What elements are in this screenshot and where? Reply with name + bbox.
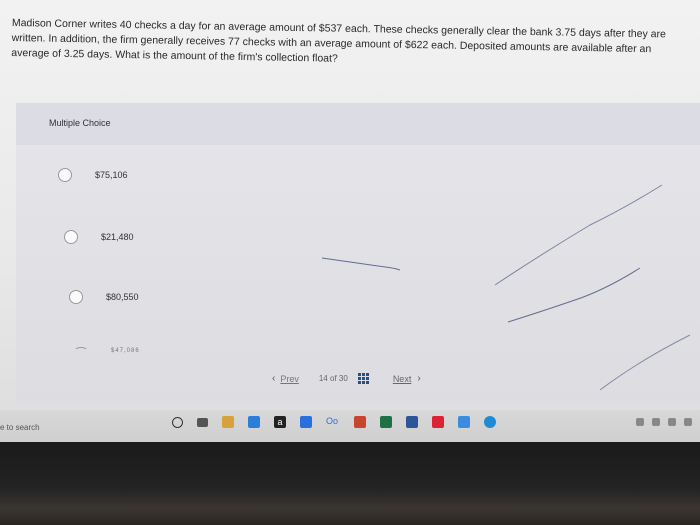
system-tray — [628, 418, 692, 426]
windows-taskbar: e to search a Oo — [0, 410, 700, 442]
page-indicator: 14 of 30 — [319, 374, 348, 383]
page-total: 30 — [338, 374, 348, 383]
tray-icon[interactable] — [636, 418, 644, 426]
answer-option-label: $80,550 — [106, 292, 139, 302]
powerpoint-icon[interactable] — [354, 416, 366, 428]
taskbar-apps: a Oo — [172, 416, 510, 428]
next-button[interactable]: Next › — [393, 373, 421, 384]
app-plus-icon[interactable] — [432, 416, 444, 428]
radio-button[interactable] — [64, 230, 78, 244]
notification-icon[interactable] — [684, 418, 692, 426]
answer-option-label: $47,086 — [111, 348, 140, 354]
amazon-icon[interactable]: a — [274, 416, 286, 428]
chevron-right-icon: › — [417, 373, 421, 384]
taskbar-search[interactable]: e to search — [0, 423, 40, 432]
answer-option-3[interactable]: $80,550 — [69, 290, 139, 304]
answer-option-1[interactable]: $75,106 — [58, 168, 128, 182]
browser-page: Madison Corner writes 40 checks a day fo… — [0, 0, 700, 420]
radio-button[interactable] — [69, 290, 83, 304]
dropbox-icon[interactable] — [300, 416, 312, 428]
multiple-choice-panel: Multiple Choice $75,106 $21,480 $80,550 … — [16, 103, 700, 403]
question-text: Madison Corner writes 40 checks a day fo… — [11, 16, 666, 65]
page-current: 14 — [318, 374, 328, 383]
store-icon[interactable] — [248, 416, 260, 428]
grid-icon[interactable] — [357, 373, 369, 384]
prev-label: Prev — [280, 373, 299, 384]
page-of: of — [330, 374, 337, 383]
radio-button[interactable] — [58, 168, 72, 182]
prev-button[interactable]: ‹ Prev — [272, 373, 299, 384]
answer-option-2[interactable]: $21,480 — [64, 230, 134, 244]
chevron-left-icon: ‹ — [272, 373, 276, 384]
wifi-icon[interactable] — [652, 418, 660, 426]
laptop-bezel — [0, 442, 700, 525]
cortana-icon[interactable] — [172, 416, 183, 428]
next-label: Next — [392, 373, 412, 384]
file-explorer-icon[interactable] — [222, 416, 234, 428]
answer-option-label: $75,106 — [95, 170, 128, 180]
chat-icon[interactable] — [458, 416, 470, 428]
answer-option-label: $21,480 — [101, 232, 134, 242]
multiple-choice-header: Multiple Choice — [16, 103, 700, 145]
checkmark-app-icon[interactable] — [484, 416, 496, 428]
volume-icon[interactable] — [668, 418, 676, 426]
task-view-icon[interactable] — [197, 417, 208, 427]
answer-option-4[interactable]: $47,086 — [74, 347, 140, 355]
multiple-choice-title: Multiple Choice — [49, 118, 111, 128]
radio-button[interactable] — [74, 347, 88, 355]
app-oo-icon[interactable]: Oo — [326, 416, 340, 428]
excel-icon[interactable] — [380, 416, 392, 428]
word-icon[interactable] — [406, 416, 418, 428]
question-pager: ‹ Prev 14 of 30 Next › — [272, 373, 421, 384]
